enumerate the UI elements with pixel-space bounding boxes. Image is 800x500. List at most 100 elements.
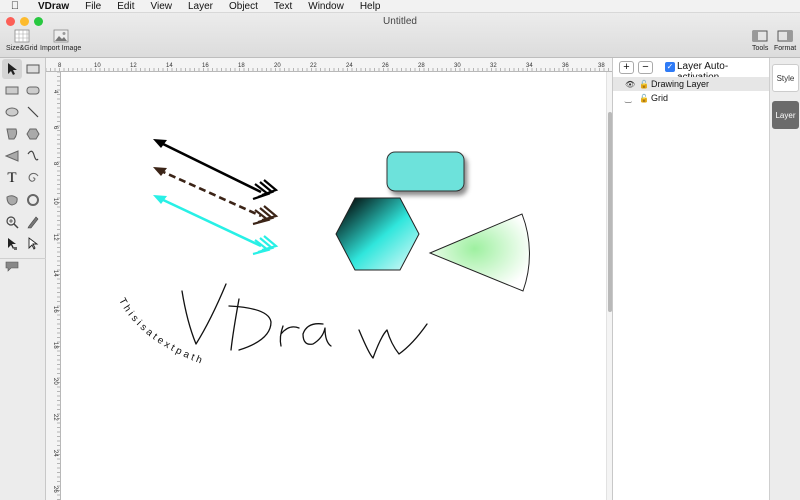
size-grid-button[interactable]: Size&Grid [6, 29, 38, 52]
ruler-label: 34 [526, 63, 533, 69]
hollow-select-tool[interactable] [23, 234, 43, 254]
ruler-label: 22 [52, 414, 58, 421]
ruler-label: 12 [52, 234, 58, 241]
import-image-button[interactable]: Import Image [40, 29, 81, 52]
line-icon [27, 106, 39, 118]
text-on-path[interactable]: T h i s i s a t e x t p a t h [116, 296, 203, 366]
window-title: Untitled [383, 16, 417, 27]
spiral-tool[interactable] [23, 168, 43, 188]
import-image-label: Import Image [40, 45, 82, 52]
menu-file[interactable]: File [77, 0, 109, 13]
hexagon-icon [26, 128, 40, 140]
ruler-label: 24 [52, 450, 58, 457]
pencil-tool[interactable] [23, 212, 43, 232]
curve-tool[interactable] [23, 146, 43, 166]
remove-layer-button[interactable]: − [638, 61, 653, 74]
ruler-label: 20 [274, 63, 281, 69]
ring-icon [27, 194, 39, 206]
zoom-tool[interactable] [2, 212, 22, 232]
image-icon [53, 29, 69, 43]
drawing-canvas[interactable]: T h i s i s a t e x t p a t h [61, 72, 606, 500]
ruler-label: 14 [166, 63, 173, 69]
ruler-label: 16 [202, 63, 209, 69]
tools-button[interactable]: Tools [752, 29, 768, 52]
menu-object[interactable]: Object [221, 0, 266, 13]
layer-name: Grid [651, 93, 669, 103]
rectangle-outline-icon [5, 86, 19, 95]
ruler-label: 10 [52, 198, 58, 205]
layer-tab[interactable]: Layer [772, 101, 799, 129]
ruler-label: 36 [562, 63, 569, 69]
layer-name: Drawing Layer [651, 79, 710, 89]
comment-tool[interactable] [2, 256, 22, 276]
horizontal-ruler-ticks: 8 10 12 14 16 18 20 22 24 26 28 30 32 34 36 38 [46, 63, 609, 71]
menu-app[interactable]: VDraw [30, 0, 77, 13]
ruler-label: 26 [52, 486, 58, 493]
rounded-rectangle-shape[interactable] [386, 151, 465, 192]
layer-row-drawing[interactable]: 👁 🔓 Drawing Layer [613, 77, 770, 91]
menu-view[interactable]: View [142, 0, 180, 13]
tools-panel-icon [752, 30, 768, 42]
add-layer-button[interactable]: + [619, 61, 634, 74]
text-path-content: T h i s i s a t e x t p a t h [116, 296, 203, 366]
rectangle-tool[interactable] [23, 59, 43, 79]
unlock-icon[interactable]: 🔓 [639, 94, 651, 103]
text-tool[interactable]: T [2, 168, 22, 188]
menu-edit[interactable]: Edit [109, 0, 142, 13]
speech-bubble-icon [5, 261, 19, 272]
size-grid-label: Size&Grid [6, 45, 38, 52]
ruler-label: 10 [94, 63, 101, 69]
ruler-label: 28 [418, 63, 425, 69]
select-tool[interactable] [2, 59, 22, 79]
rectangle-outline-tool[interactable] [2, 80, 22, 100]
style-tab[interactable]: Style [772, 64, 799, 92]
line-tool[interactable] [23, 102, 43, 122]
blob-tool[interactable] [2, 190, 22, 210]
ruler-label: 18 [52, 342, 58, 349]
dashed-brown-arrow[interactable] [153, 167, 279, 226]
cyan-arrow[interactable] [153, 195, 279, 256]
hollow-pointer-icon [28, 237, 39, 250]
ruler-label: 8 [58, 63, 62, 69]
arc-tool[interactable] [2, 124, 22, 144]
rounded-rectangle-icon [26, 86, 40, 95]
ellipse-tool[interactable] [2, 102, 22, 122]
rounded-rect-tool[interactable] [23, 80, 43, 100]
grid-icon [14, 29, 30, 43]
canvas-drawing: T h i s i s a t e x t p a t h [116, 139, 530, 366]
handwritten-vdraw[interactable] [181, 283, 428, 359]
eye-icon[interactable]: 👁 [625, 80, 639, 89]
menu-layer[interactable]: Layer [180, 0, 221, 13]
triangle-tool[interactable] [2, 146, 22, 166]
apple-icon[interactable]:  [0, 0, 30, 12]
format-panel-icon [777, 30, 793, 42]
ruler-label: 38 [598, 63, 605, 69]
vertical-ruler: 4 6 8 10 12 14 16 18 20 22 24 26 [46, 72, 61, 500]
menu-window[interactable]: Window [300, 0, 352, 13]
ruler-label: 24 [346, 63, 353, 69]
eye-closed-icon[interactable]: ‿ [625, 94, 639, 103]
zoom-icon [6, 216, 19, 229]
rectangle-icon [26, 64, 40, 74]
ruler-label: 32 [490, 63, 497, 69]
horizontal-ruler: 8 10 12 14 16 18 20 22 24 26 28 30 32 34 36 38 [46, 58, 612, 72]
ellipse-icon [5, 107, 19, 117]
polygon-tool[interactable] [23, 124, 43, 144]
direct-select-tool[interactable] [2, 234, 22, 254]
ruler-label: 18 [238, 63, 245, 69]
layers-panel: + − ✓ Layer Auto-activation 👁 🔓 Drawing … [612, 58, 770, 500]
window-titlebar: Untitled Size&Grid Import Image Tools Fo… [0, 13, 800, 58]
menu-text[interactable]: Text [266, 0, 300, 13]
menu-help[interactable]: Help [352, 0, 389, 13]
unlock-icon[interactable]: 🔓 [639, 80, 651, 89]
layer-row-grid[interactable]: ‿ 🔓 Grid [613, 91, 770, 105]
ring-tool[interactable] [23, 190, 43, 210]
hexagon-shape[interactable] [335, 197, 420, 271]
auto-activation-checkbox[interactable]: ✓ [665, 62, 675, 72]
ruler-label: 4 [52, 90, 58, 94]
blob-icon [6, 195, 18, 206]
circular-sector-shape[interactable] [428, 213, 530, 292]
black-arrow[interactable] [153, 139, 279, 201]
arrow-pointer-icon [8, 63, 17, 75]
format-button[interactable]: Format [774, 29, 796, 52]
